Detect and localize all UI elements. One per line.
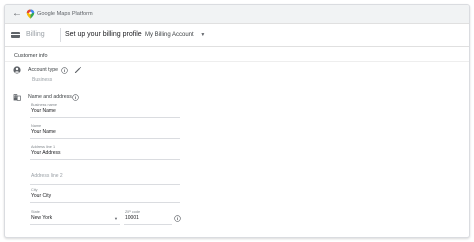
toolbar-divider — [60, 28, 61, 42]
field-underline — [30, 224, 120, 225]
state-value: New York — [31, 215, 53, 221]
browser-window: ← Google Maps Platform Billing Set up yo… — [4, 4, 470, 238]
section-divider — [5, 61, 469, 62]
field-underline — [30, 202, 180, 203]
field-underline — [30, 159, 180, 160]
address-line-2-field[interactable]: Address line 2 — [30, 170, 180, 185]
page-title: Set up your billing profile — [65, 31, 142, 38]
dropdown-caret-icon: ▼ — [200, 32, 206, 38]
info-icon[interactable] — [72, 93, 79, 101]
field-underline — [124, 224, 172, 225]
customer-info-heading: Customer info — [14, 53, 48, 59]
back-arrow-icon[interactable]: ← — [11, 8, 23, 20]
info-icon[interactable] — [174, 215, 181, 222]
business-name-field[interactable]: Business name Your Name — [30, 103, 180, 118]
city-value: Your City — [31, 193, 52, 199]
billing-account-selector[interactable]: My Billing Account ▼ — [145, 30, 205, 40]
business-building-icon — [13, 94, 21, 101]
billing-toolbar: Billing Set up your billing profile My B… — [5, 24, 469, 47]
info-icon[interactable] — [61, 66, 68, 74]
credit-card-icon — [11, 32, 20, 38]
zip-code-value: 10001 — [125, 215, 139, 221]
address-line-1-value: Your Address — [31, 150, 61, 156]
section-name: Billing — [26, 31, 45, 38]
field-underline — [30, 117, 180, 118]
state-select[interactable]: State New York ▼ — [30, 210, 120, 225]
zip-code-field[interactable]: ZIP code 10001 — [124, 210, 172, 225]
address-line-2-placeholder: Address line 2 — [31, 173, 63, 179]
brand-name: Google Maps Platform — [37, 11, 93, 17]
field-underline — [30, 184, 180, 185]
app-header: ← Google Maps Platform — [5, 5, 469, 24]
account-type-label: Account type — [28, 67, 58, 73]
account-type-value: Business — [32, 77, 53, 83]
google-maps-logo-icon — [26, 9, 35, 19]
billing-account-name: My Billing Account — [145, 32, 194, 38]
edit-pencil-icon[interactable] — [74, 66, 82, 74]
city-field[interactable]: City Your City — [30, 188, 180, 203]
field-underline — [30, 138, 180, 139]
business-name-value: Your Name — [31, 108, 56, 114]
name-field[interactable]: Name Your Name — [30, 124, 180, 139]
name-and-address-label: Name and address — [28, 94, 72, 100]
name-value: Your Name — [31, 129, 56, 135]
account-circle-icon — [13, 66, 21, 74]
dropdown-caret-icon: ▼ — [114, 216, 118, 221]
address-line-1-field[interactable]: Address line 1 Your Address — [30, 145, 180, 160]
